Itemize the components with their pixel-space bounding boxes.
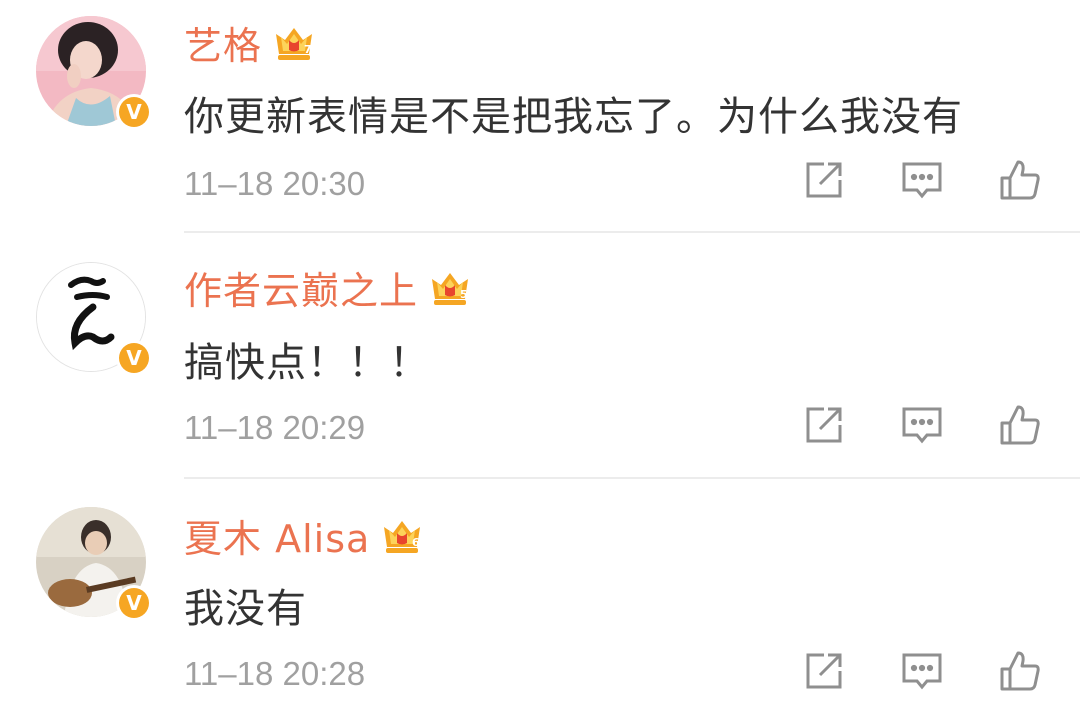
username[interactable]: 作者云巅之上 [184,260,418,315]
verified-badge: V [116,585,152,621]
crown-icon: 5 [432,273,469,305]
avatar[interactable]: V [36,507,152,621]
comment-text: 你更新表情是不是把我忘了。为什么我没有 [184,94,963,140]
username[interactable]: 夏木 Alisa [184,508,370,563]
reply-icon[interactable] [900,158,944,202]
share-icon[interactable] [802,158,846,202]
reply-icon[interactable] [900,649,944,693]
avatar[interactable]: V [36,16,152,130]
comment-item: V 夏木 Alisa 6 我没有 11–18 20:28 [0,479,1080,712]
verified-badge: V [116,340,152,376]
username[interactable]: 艺格 [184,15,262,70]
comment-actions [802,158,1042,202]
comment-text: 搞快点！！！ [184,340,430,386]
username-row: 作者云巅之上 5 [184,263,472,313]
crown-level: 6 [412,536,420,549]
verified-v-icon: V [119,343,149,373]
username-row: 夏木 Alisa 6 [184,511,424,561]
like-icon[interactable] [998,649,1042,693]
verified-v-icon: V [119,97,149,127]
crown-level: 5 [460,288,468,301]
verified-v-icon: V [119,588,149,618]
crown-icon: 6 [384,521,421,553]
comment-item: V 艺格 7 你更新表情是不是把我忘了。为什么我没有 11–18 20:30 [0,0,1080,232]
timestamp: 11–18 20:28 [184,655,366,692]
reply-icon[interactable] [900,403,944,447]
timestamp: 11–18 20:30 [184,165,366,202]
crown-icon: 7 [276,28,313,60]
like-icon[interactable] [998,158,1042,202]
comment-actions [802,403,1042,447]
share-icon[interactable] [802,403,846,447]
share-icon[interactable] [802,649,846,693]
verified-badge: V [116,94,152,130]
crown-level: 7 [304,43,312,56]
comment-actions [802,649,1042,693]
username-row: 艺格 7 [184,18,316,68]
avatar[interactable]: V [36,262,152,376]
timestamp: 11–18 20:29 [184,409,366,446]
comment-text: 我没有 [184,586,307,632]
like-icon[interactable] [998,403,1042,447]
comment-item: V 作者云巅之上 5 搞快点！！！ 11–18 20:29 [0,233,1080,478]
